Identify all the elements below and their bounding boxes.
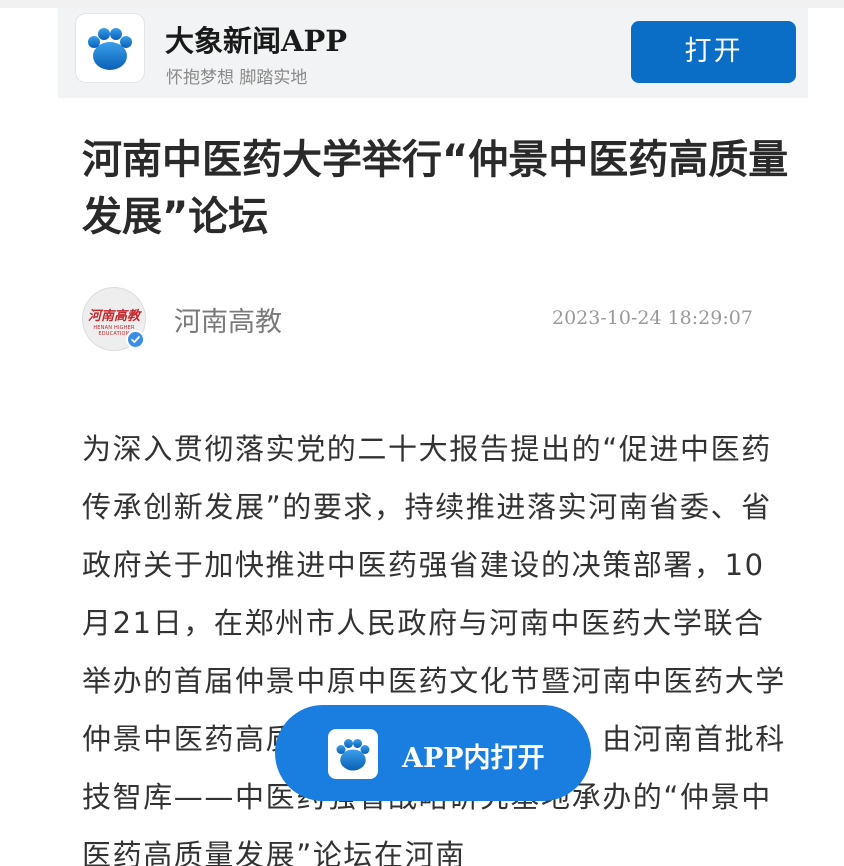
page: 大象新闻APP 怀抱梦想 脚踏实地 打开 河南中医药大学举行“仲景中医药高质量发…: [0, 0, 844, 866]
open-in-app-float-button[interactable]: APP内打开: [275, 705, 591, 801]
publish-time: 2023-10-24 18:29:07: [552, 307, 753, 329]
article-title: 河南中医药大学举行“仲景中医药高质量发展”论坛: [82, 137, 789, 240]
app-logo: [76, 14, 144, 82]
paw-logo-icon: [336, 739, 370, 771]
avatar-logo-text: 河南高教: [87, 309, 140, 324]
float-app-logo: [328, 729, 378, 779]
app-download-banner: 大象新闻APP 怀抱梦想 脚踏实地 打开: [58, 8, 808, 98]
paw-logo-icon: [88, 28, 132, 70]
app-name: 大象新闻APP: [165, 24, 348, 58]
verified-check-icon: [126, 330, 145, 349]
author-row: 河南高教 HENAN HIGHER EDUCATION 河南高教 2023-10…: [82, 287, 762, 353]
author-avatar[interactable]: 河南高教 HENAN HIGHER EDUCATION: [82, 287, 146, 351]
app-slogan: 怀抱梦想 脚踏实地: [166, 68, 308, 88]
author-name[interactable]: 河南高教: [174, 300, 282, 339]
open-in-app-label: APP内打开: [402, 743, 545, 774]
open-app-button[interactable]: 打开: [631, 21, 796, 83]
top-strip: [0, 0, 844, 8]
